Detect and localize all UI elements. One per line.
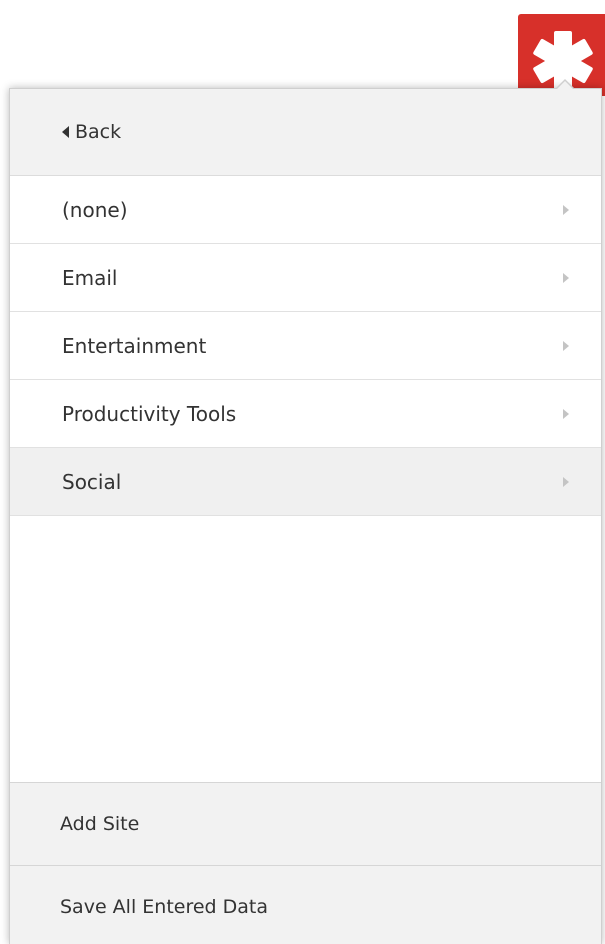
screen: Back (none) Email Entertainment Producti…	[0, 0, 605, 944]
category-label: Productivity Tools	[62, 401, 237, 426]
popup-footer: Add Site Save All Entered Data	[10, 782, 601, 944]
category-list: (none) Email Entertainment Productivity …	[10, 176, 601, 516]
category-item-entertainment[interactable]: Entertainment	[10, 312, 601, 380]
popup-panel: Back (none) Email Entertainment Producti…	[9, 88, 602, 944]
category-item-email[interactable]: Email	[10, 244, 601, 312]
chevron-right-icon	[563, 272, 569, 283]
back-button[interactable]: Back	[10, 89, 601, 176]
save-all-entered-data-button[interactable]: Save All Entered Data	[10, 865, 601, 944]
popup-pointer-fill	[557, 81, 573, 89]
category-item-social[interactable]: Social	[10, 448, 601, 516]
category-label: (none)	[62, 197, 128, 222]
add-site-label: Add Site	[60, 813, 140, 835]
chevron-right-icon	[563, 476, 569, 487]
save-all-label: Save All Entered Data	[60, 896, 269, 918]
category-label: Entertainment	[62, 333, 207, 358]
category-label: Email	[62, 265, 118, 290]
category-label: Social	[62, 469, 122, 494]
chevron-right-icon	[563, 408, 569, 419]
category-item-productivity-tools[interactable]: Productivity Tools	[10, 380, 601, 448]
chevron-right-icon	[563, 340, 569, 351]
category-item-none[interactable]: (none)	[10, 176, 601, 244]
add-site-button[interactable]: Add Site	[10, 782, 601, 865]
caret-left-icon	[62, 126, 69, 138]
chevron-right-icon	[563, 204, 569, 215]
back-label: Back	[75, 121, 122, 143]
